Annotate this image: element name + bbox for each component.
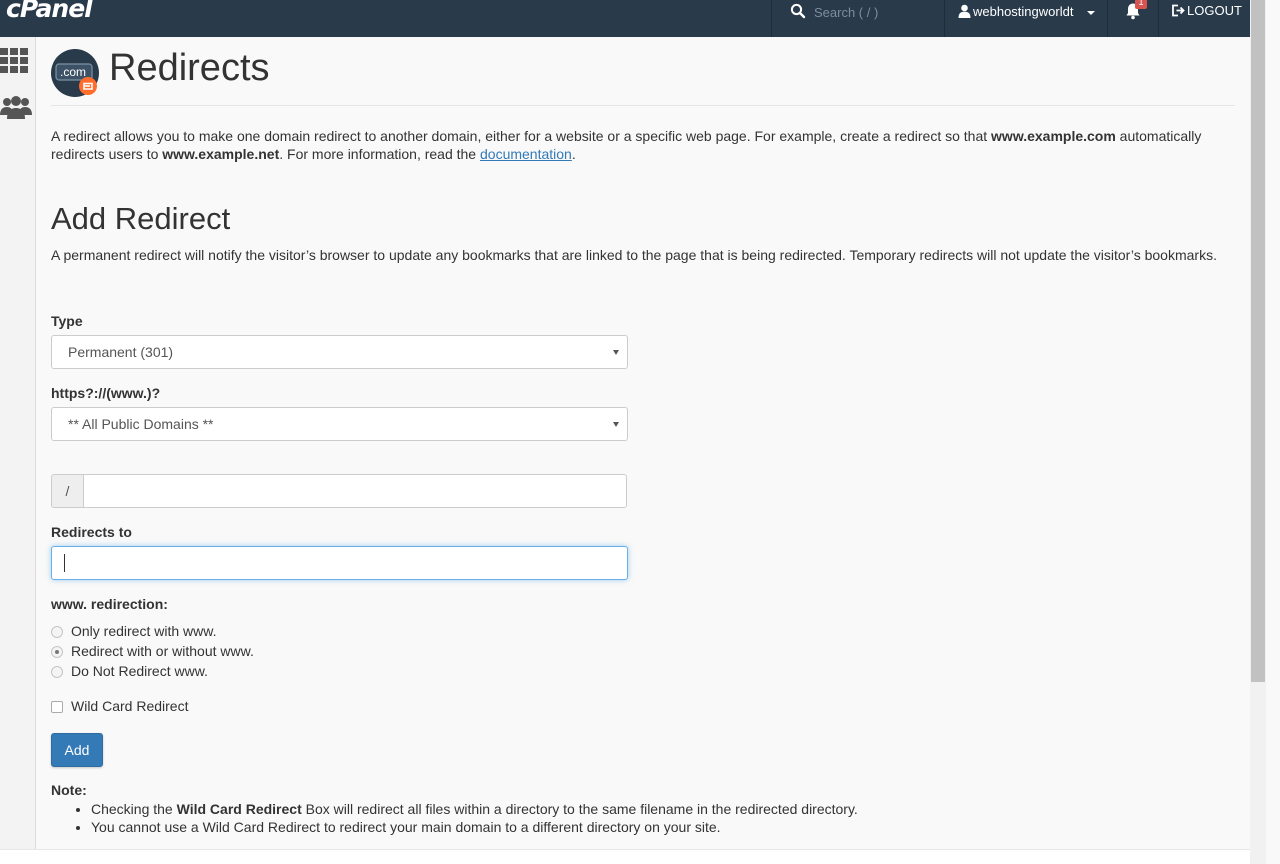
users-icon[interactable] <box>0 95 32 121</box>
list-item: Checking the Wild Card Redirect Box will… <box>91 800 1235 818</box>
radio-label: Only redirect with www. <box>71 623 217 639</box>
radio-label: Do Not Redirect www. <box>71 663 208 679</box>
text-cursor <box>64 554 65 572</box>
username-label: webhostingworldt <box>973 4 1074 19</box>
logout-link[interactable]: LOGOUT <box>1171 3 1242 18</box>
user-icon <box>958 4 971 18</box>
section-title: Add Redirect <box>51 201 231 236</box>
type-label: Type <box>51 313 83 329</box>
note-title: Note: <box>51 782 87 798</box>
logout-label: LOGOUT <box>1187 3 1242 18</box>
footer-strip <box>0 849 1250 864</box>
page-title: Redirects <box>109 47 270 89</box>
redirects-to-input[interactable] <box>51 546 628 580</box>
checkbox-label: Wild Card Redirect <box>71 698 189 714</box>
path-input-group: / <box>51 474 627 508</box>
path-prefix: / <box>51 474 83 508</box>
intro-segment: A redirect allows you to make one domain… <box>51 128 992 144</box>
radio-button-selected[interactable] <box>51 646 63 658</box>
domain-label: https?://(www.)? <box>51 385 161 401</box>
section-description: A permanent redirect will notify the vis… <box>51 247 1217 263</box>
intro-example-domain: www.example.com <box>991 128 1116 144</box>
intro-segment: . <box>571 146 576 162</box>
chevron-down-icon <box>1087 11 1095 15</box>
page-icon-label: .com <box>60 65 87 79</box>
intro-text: A redirect allows you to make one domain… <box>51 127 1235 163</box>
path-input[interactable] <box>83 474 627 508</box>
sidebar <box>0 37 36 864</box>
type-select[interactable]: Permanent (301) <box>51 335 628 369</box>
grid-icon[interactable] <box>0 47 28 73</box>
logout-icon <box>1172 4 1185 17</box>
wildcard-redirect-checkbox[interactable] <box>51 701 63 713</box>
note-list: Checking the Wild Card Redirect Box will… <box>51 800 1235 836</box>
radio-label: Redirect with or without www. <box>71 643 254 659</box>
scrollbar-track[interactable] <box>1250 0 1266 864</box>
www-redirection-label: www. redirection: <box>51 596 168 612</box>
documentation-link[interactable]: documentation <box>480 146 572 162</box>
notification-badge: 1 <box>1135 0 1147 9</box>
select-arrow-icon <box>613 350 619 355</box>
select-arrow-icon <box>613 422 619 427</box>
top-navbar: cPanel webhostingworldt 1 LOGOUT <box>0 0 1250 37</box>
type-select-value: Permanent (301) <box>68 344 174 360</box>
search-input[interactable] <box>812 2 932 22</box>
page-header: .com Redirects <box>51 37 1235 106</box>
search-icon[interactable] <box>790 3 806 19</box>
note-bold: Wild Card Redirect <box>176 801 302 817</box>
scrollbar-thumb[interactable] <box>1251 0 1265 682</box>
user-menu[interactable]: webhostingworldt <box>945 0 1107 37</box>
redirects-to-label: Redirects to <box>51 524 132 540</box>
domain-select-value: ** All Public Domains ** <box>68 416 214 432</box>
add-button[interactable]: Add <box>51 733 103 767</box>
intro-example-target: www.example.net <box>162 146 280 162</box>
domain-select[interactable]: ** All Public Domains ** <box>51 407 628 441</box>
cpanel-logo[interactable]: cPanel <box>6 0 93 23</box>
list-item: You cannot use a Wild Card Redirect to r… <box>91 818 1235 836</box>
main-content: .com Redirects A redirect allows you to … <box>51 37 1235 835</box>
navbar-divider <box>1158 0 1159 37</box>
navbar-divider <box>1107 0 1108 37</box>
redirects-to-wrapper <box>51 546 628 580</box>
radio-button[interactable] <box>51 626 63 638</box>
intro-segment: . For more information, read the <box>279 146 480 162</box>
search-area <box>772 0 944 37</box>
radio-button[interactable] <box>51 666 63 678</box>
note-segment: Box will redirect all files within a dir… <box>301 801 858 817</box>
note-segment: Checking the <box>91 801 177 817</box>
